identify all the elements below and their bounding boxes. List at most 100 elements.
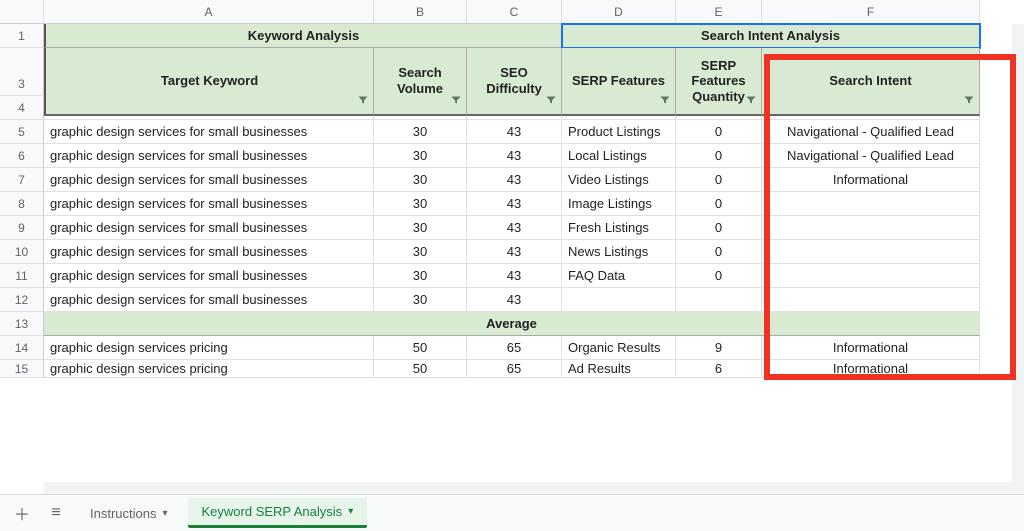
cell-qty[interactable]: 0 <box>676 168 762 192</box>
cell-intent[interactable] <box>762 240 980 264</box>
cell-feature[interactable]: News Listings <box>562 240 676 264</box>
filter-icon[interactable] <box>545 94 557 110</box>
cell-keyword[interactable]: graphic design services for small busine… <box>44 264 374 288</box>
subheader-search-intent[interactable]: Search Intent <box>762 48 980 116</box>
cell-volume[interactable]: 30 <box>374 168 467 192</box>
average-row-label[interactable]: Average <box>44 312 980 336</box>
cell-difficulty[interactable]: 43 <box>467 264 562 288</box>
cell-keyword[interactable]: graphic design services pricing <box>44 336 374 360</box>
cell-feature[interactable]: Ad Results <box>562 360 676 378</box>
row-header-15[interactable]: 15 <box>0 360 44 378</box>
cell-volume[interactable]: 30 <box>374 264 467 288</box>
row-header-11[interactable]: 11 <box>0 264 44 288</box>
cell-difficulty[interactable]: 43 <box>467 288 562 312</box>
cell-intent[interactable]: Informational <box>762 360 980 378</box>
cell-qty[interactable]: 0 <box>676 192 762 216</box>
col-header-F[interactable]: F <box>762 0 980 24</box>
add-sheet-button[interactable]: ＋ <box>8 500 36 526</box>
vertical-scrollbar[interactable] <box>1012 24 1024 494</box>
row-header-8[interactable]: 8 <box>0 192 44 216</box>
cell-difficulty[interactable]: 65 <box>467 360 562 378</box>
row-header-1[interactable]: 1 <box>0 24 44 48</box>
row-header-13[interactable]: 13 <box>0 312 44 336</box>
filter-icon[interactable] <box>745 94 757 110</box>
subheader-search-volume[interactable]: Search Volume <box>374 48 467 116</box>
cell-qty[interactable]: 0 <box>676 216 762 240</box>
col-header-A[interactable]: A <box>44 0 374 24</box>
cell-difficulty[interactable]: 43 <box>467 144 562 168</box>
row-header-9[interactable]: 9 <box>0 216 44 240</box>
col-header-D[interactable]: D <box>562 0 676 24</box>
all-sheets-menu-button[interactable]: ≡ <box>42 500 70 526</box>
cell-intent[interactable] <box>762 216 980 240</box>
cell-volume[interactable]: 30 <box>374 192 467 216</box>
row-header-4[interactable]: 4 <box>0 96 44 120</box>
cell-intent[interactable] <box>762 288 980 312</box>
cell-keyword[interactable]: graphic design services for small busine… <box>44 192 374 216</box>
cell-qty[interactable]: 9 <box>676 336 762 360</box>
cell-keyword[interactable]: graphic design services for small busine… <box>44 144 374 168</box>
cell-keyword[interactable]: graphic design services for small busine… <box>44 288 374 312</box>
cell-difficulty[interactable]: 43 <box>467 240 562 264</box>
cell-feature[interactable]: Image Listings <box>562 192 676 216</box>
cell-intent[interactable]: Informational <box>762 336 980 360</box>
cell-volume[interactable]: 30 <box>374 144 467 168</box>
row-header-3[interactable]: 3 <box>0 72 44 96</box>
subheader-serp-features[interactable]: SERP Features <box>562 48 676 116</box>
spreadsheet-grid[interactable]: A B C D E F 1 Keyword Analysis Search In… <box>0 0 1024 384</box>
cell-feature[interactable]: FAQ Data <box>562 264 676 288</box>
cell-qty[interactable]: 0 <box>676 120 762 144</box>
col-header-B[interactable]: B <box>374 0 467 24</box>
cell-difficulty[interactable]: 43 <box>467 216 562 240</box>
header-search-intent-analysis[interactable]: Search Intent Analysis <box>562 24 980 48</box>
row-header-10[interactable]: 10 <box>0 240 44 264</box>
filter-icon[interactable] <box>963 94 975 110</box>
cell-qty[interactable] <box>676 288 762 312</box>
filter-icon[interactable] <box>659 94 671 110</box>
cell-difficulty[interactable]: 43 <box>467 168 562 192</box>
cell-volume[interactable]: 30 <box>374 120 467 144</box>
cell-qty[interactable]: 0 <box>676 240 762 264</box>
cell-volume[interactable]: 50 <box>374 336 467 360</box>
cell-volume[interactable]: 30 <box>374 240 467 264</box>
cell-intent[interactable] <box>762 192 980 216</box>
subheader-target-keyword[interactable]: Target Keyword <box>44 48 374 116</box>
select-all-corner[interactable] <box>0 0 44 24</box>
subheader-serp-features-quantity[interactable]: SERP Features Quantity <box>676 48 762 116</box>
cell-intent[interactable]: Informational <box>762 168 980 192</box>
cell-keyword[interactable]: graphic design services for small busine… <box>44 216 374 240</box>
row-header-14[interactable]: 14 <box>0 336 44 360</box>
cell-volume[interactable]: 30 <box>374 216 467 240</box>
row-header-5[interactable]: 5 <box>0 120 44 144</box>
tab-keyword-serp-analysis[interactable]: Keyword SERP Analysis ▾ <box>188 498 368 528</box>
cell-volume[interactable]: 50 <box>374 360 467 378</box>
filter-icon[interactable] <box>357 94 369 110</box>
cell-qty[interactable]: 0 <box>676 144 762 168</box>
horizontal-scrollbar[interactable] <box>44 482 1012 494</box>
row-header-6[interactable]: 6 <box>0 144 44 168</box>
row-header-7[interactable]: 7 <box>0 168 44 192</box>
col-header-C[interactable]: C <box>467 0 562 24</box>
cell-keyword[interactable]: graphic design services for small busine… <box>44 168 374 192</box>
cell-feature[interactable]: Local Listings <box>562 144 676 168</box>
cell-intent[interactable]: Navigational - Qualified Lead <box>762 144 980 168</box>
cell-qty[interactable]: 6 <box>676 360 762 378</box>
cell-difficulty[interactable]: 43 <box>467 192 562 216</box>
cell-keyword[interactable]: graphic design services for small busine… <box>44 240 374 264</box>
cell-keyword[interactable]: graphic design services for small busine… <box>44 120 374 144</box>
cell-feature[interactable]: Fresh Listings <box>562 216 676 240</box>
cell-difficulty[interactable]: 43 <box>467 120 562 144</box>
cell-keyword[interactable]: graphic design services pricing <box>44 360 374 378</box>
tab-instructions[interactable]: Instructions ▾ <box>76 498 182 528</box>
subheader-seo-difficulty[interactable]: SEO Difficulty <box>467 48 562 116</box>
cell-feature[interactable]: Product Listings <box>562 120 676 144</box>
filter-icon[interactable] <box>450 94 462 110</box>
row-header-12[interactable]: 12 <box>0 288 44 312</box>
cell-volume[interactable]: 30 <box>374 288 467 312</box>
cell-intent[interactable] <box>762 264 980 288</box>
cell-qty[interactable]: 0 <box>676 264 762 288</box>
cell-difficulty[interactable]: 65 <box>467 336 562 360</box>
cell-intent[interactable]: Navigational - Qualified Lead <box>762 120 980 144</box>
col-header-E[interactable]: E <box>676 0 762 24</box>
cell-feature[interactable]: Video Listings <box>562 168 676 192</box>
